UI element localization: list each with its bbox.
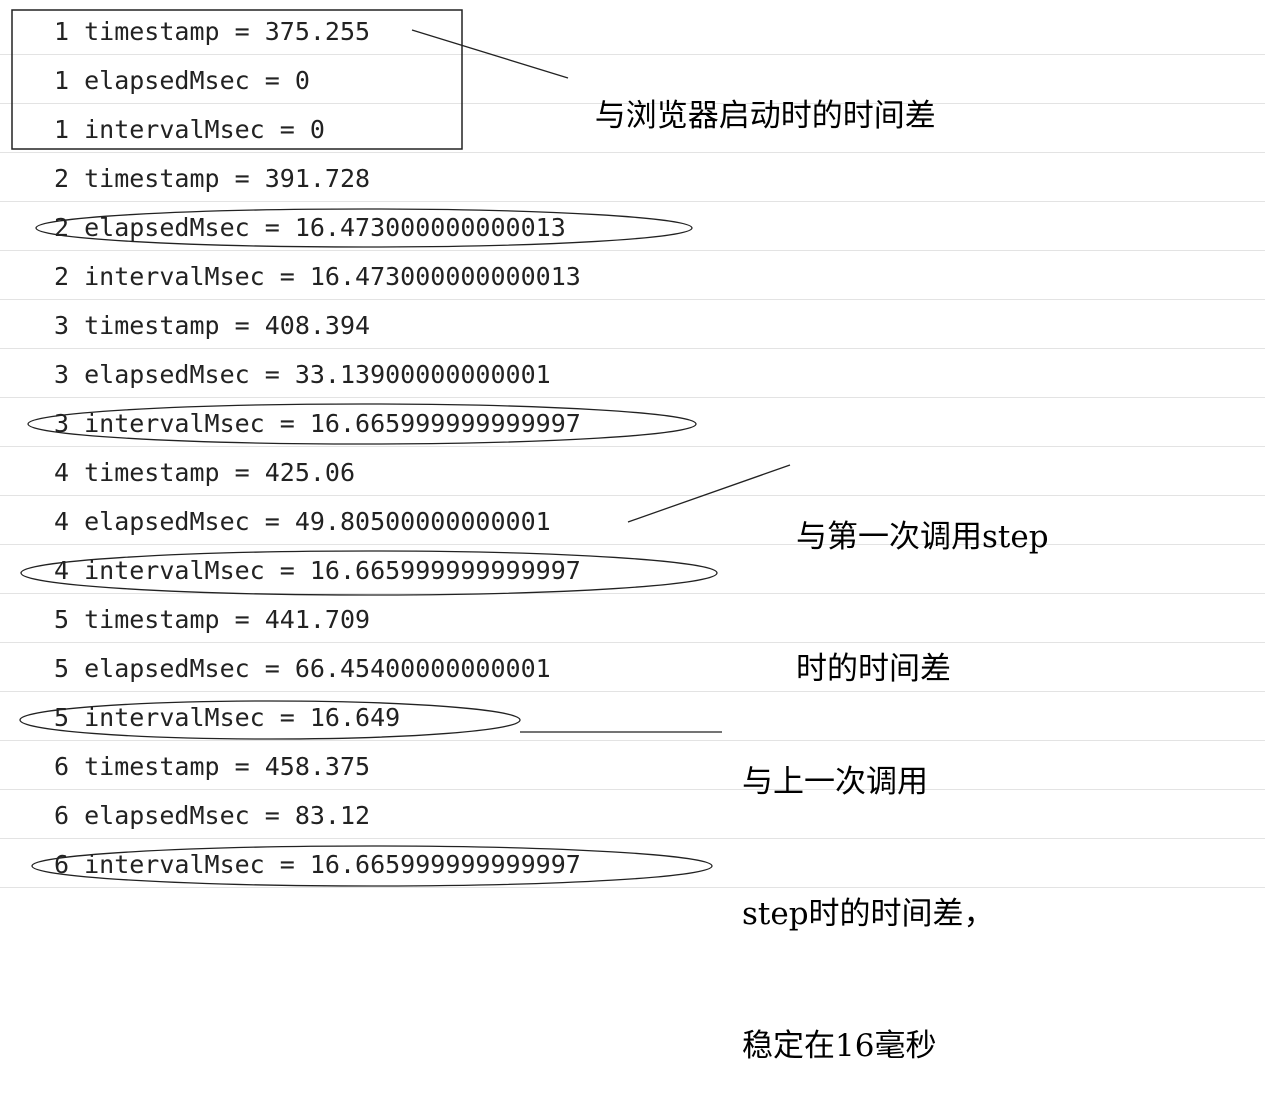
note-line: 稳定在16毫秒 bbox=[742, 1028, 937, 1064]
note-browser-start: 与浏览器启动时的时间差 bbox=[575, 50, 936, 138]
log-line: 6 elapsedMsec = 83.12 bbox=[54, 801, 371, 830]
log-line: 3 intervalMsec = 16.665999999999997 bbox=[54, 409, 581, 438]
log-line: 5 intervalMsec = 16.649 bbox=[54, 703, 401, 732]
log-line: 6 intervalMsec = 16.665999999999997 bbox=[54, 850, 581, 879]
log-row: 2 timestamp = 391.728 bbox=[0, 153, 1265, 202]
note-line: 与浏览器启动时的时间差 bbox=[594, 98, 936, 134]
log-row: 3 elapsedMsec = 33.13900000000001 bbox=[0, 349, 1265, 398]
log-row: 5 timestamp = 441.709 bbox=[0, 594, 1265, 643]
log-row: 6 intervalMsec = 16.665999999999997 bbox=[0, 839, 1265, 888]
log-line: 6 timestamp = 458.375 bbox=[54, 752, 371, 781]
log-line: 4 intervalMsec = 16.665999999999997 bbox=[54, 556, 581, 585]
log-line: 5 timestamp = 441.709 bbox=[54, 605, 371, 634]
log-row: 2 intervalMsec = 16.473000000000013 bbox=[0, 251, 1265, 300]
log-line: 5 elapsedMsec = 66.45400000000001 bbox=[54, 654, 551, 683]
log-row: 5 elapsedMsec = 66.45400000000001 bbox=[0, 643, 1265, 692]
log-line: 2 intervalMsec = 16.473000000000013 bbox=[54, 262, 581, 291]
log-line: 1 timestamp = 375.255 bbox=[54, 17, 371, 46]
log-row: 6 elapsedMsec = 83.12 bbox=[0, 790, 1265, 839]
note-line: step时的时间差， bbox=[742, 896, 995, 932]
log-line: 3 timestamp = 408.394 bbox=[54, 311, 371, 340]
log-line: 3 elapsedMsec = 33.13900000000001 bbox=[54, 360, 551, 389]
log-row: 4 timestamp = 425.06 bbox=[0, 447, 1265, 496]
log-row: 3 timestamp = 408.394 bbox=[0, 300, 1265, 349]
log-line: 4 elapsedMsec = 49.80500000000001 bbox=[54, 507, 551, 536]
log-row: 1 timestamp = 375.255 bbox=[0, 6, 1265, 55]
log-line: 2 timestamp = 391.728 bbox=[54, 164, 371, 193]
log-row: 6 timestamp = 458.375 bbox=[0, 741, 1265, 790]
log-line: 1 elapsedMsec = 0 bbox=[54, 66, 310, 95]
log-row: 4 intervalMsec = 16.665999999999997 bbox=[0, 545, 1265, 594]
note-line: 与上一次调用 bbox=[742, 764, 928, 800]
log-line: 4 timestamp = 425.06 bbox=[54, 458, 356, 487]
log-row: 5 intervalMsec = 16.649 bbox=[0, 692, 1265, 741]
note-line: 与第一次调用step bbox=[796, 519, 1049, 555]
log-row: 2 elapsedMsec = 16.473000000000013 bbox=[0, 202, 1265, 251]
log-row: 3 intervalMsec = 16.665999999999997 bbox=[0, 398, 1265, 447]
note-last-step: 与上一次调用 step时的时间差， 稳定在16毫秒 bbox=[742, 672, 995, 1112]
log-row: 4 elapsedMsec = 49.80500000000001 bbox=[0, 496, 1265, 545]
log-line: 2 elapsedMsec = 16.473000000000013 bbox=[54, 213, 566, 242]
log-line: 1 intervalMsec = 0 bbox=[54, 115, 325, 144]
